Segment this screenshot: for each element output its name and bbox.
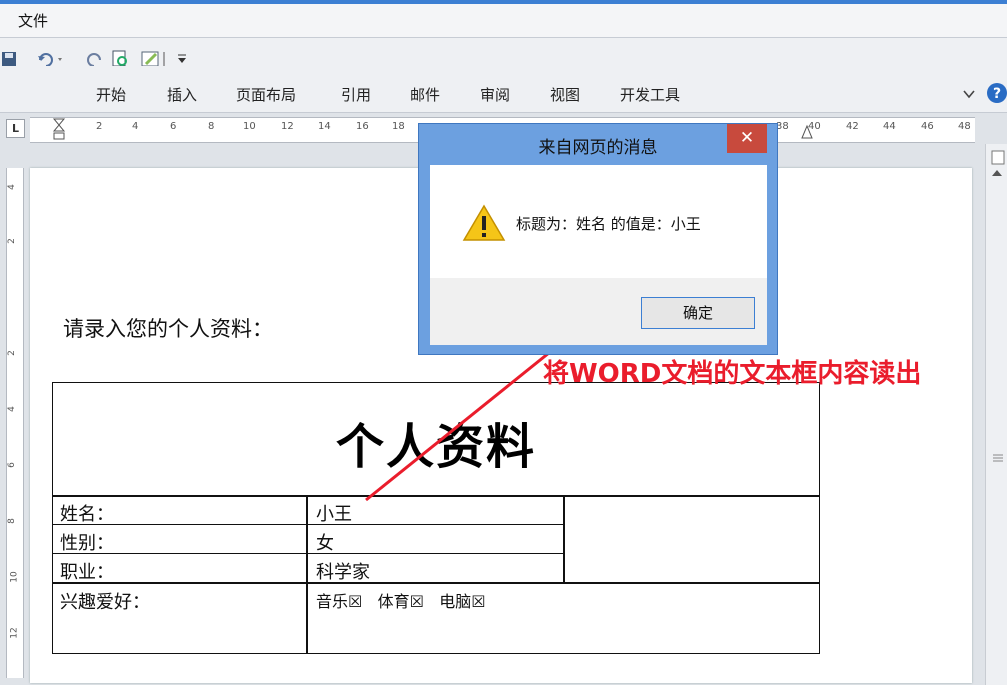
ok-button[interactable]: 确定 — [641, 297, 755, 329]
dialog-message: 标题为：姓名 的值是：小王 — [516, 215, 701, 233]
warning-icon — [462, 204, 506, 241]
dialog-title: 来自网页的消息 — [538, 138, 658, 158]
dialog-close-button[interactable]: ✕ — [727, 124, 767, 153]
annotation-caption: 将WORD文档的文本框内容读出 — [543, 359, 922, 389]
